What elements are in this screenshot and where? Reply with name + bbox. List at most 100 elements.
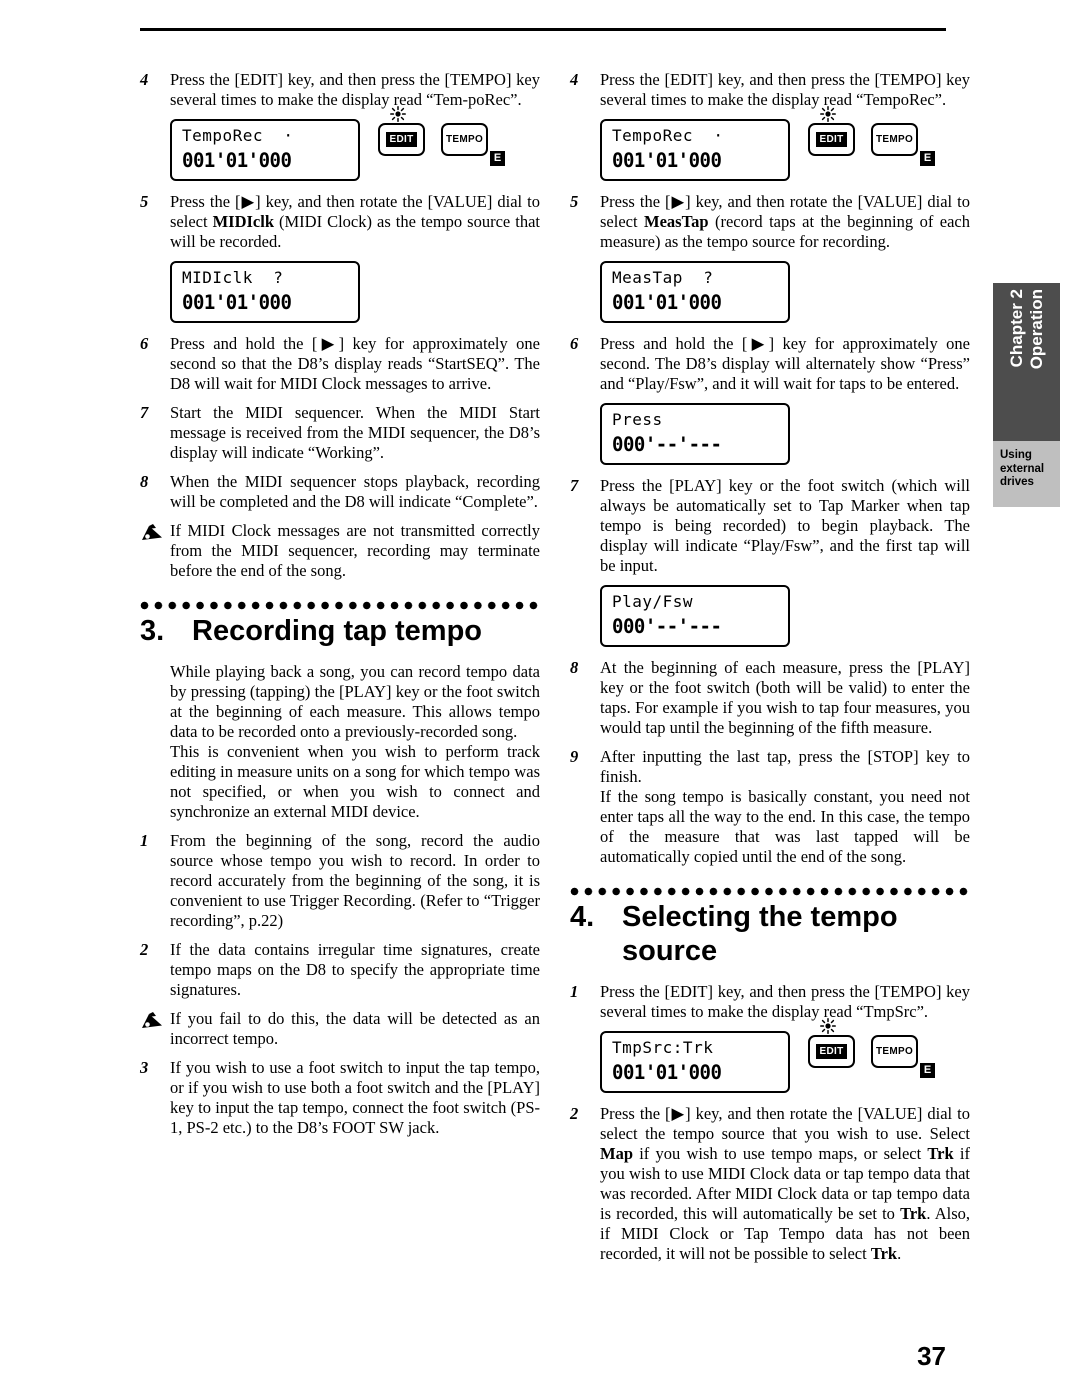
step-text: Press the [PLAY] key or the foot switch …	[600, 476, 970, 575]
tempo-button[interactable]: TEMPO	[871, 123, 918, 156]
lcd-display-row: TempoRec · 001'01'000 EDIT TEMPO E	[600, 106, 970, 181]
step-number: 6	[140, 334, 149, 353]
subsection-line-3: drives	[1000, 476, 1034, 488]
lcd-panel: TempoRec · 001'01'000	[600, 119, 790, 181]
e-badge-icon: E	[920, 151, 935, 166]
step-item: 1 Press the [EDIT] key, and then press t…	[570, 982, 970, 1022]
step-text-line: After inputting the last tap, press the …	[600, 747, 970, 786]
step-number: 2	[570, 1104, 579, 1123]
lcd-panel: Press 000'--'---	[600, 403, 790, 465]
step-item: 3 If you wish to use a foot switch to in…	[140, 1058, 540, 1138]
step-item: 2 Press the [▶] key, and then rotate the…	[570, 1104, 970, 1264]
step-number: 7	[570, 476, 579, 495]
step-text: Press the [EDIT] key, and then press the…	[600, 70, 970, 109]
tempo-button-label: TEMPO	[445, 134, 484, 145]
step-text: Press the [▶] key, and then rotate the […	[600, 192, 970, 252]
led-lit-icon	[820, 106, 836, 122]
chapter-side-tab: Chapter 2 Operation Using external drive…	[993, 283, 1060, 507]
lcd-display-row: Play/Fsw 000'--'---	[600, 585, 970, 647]
step-number: 6	[570, 334, 579, 353]
lcd-line-1: TempoRec ·	[182, 126, 294, 145]
chapter-section-label: Operation	[1026, 289, 1046, 370]
note-text: If MIDI Clock messages are not transmitt…	[170, 521, 540, 580]
right-column: 4 Press the [EDIT] key, and then press t…	[570, 70, 970, 1273]
tempo-button[interactable]: TEMPO	[441, 123, 488, 156]
lcd-panel: MIDIclk ? 001'01'000	[170, 261, 360, 323]
step-text: If you wish to use a foot switch to inpu…	[170, 1058, 540, 1137]
section-title: Recording tap tempo	[192, 615, 483, 647]
step-item: 4 Press the [EDIT] key, and then press t…	[140, 70, 540, 110]
step-item: 9 After inputting the last tap, press th…	[570, 747, 970, 867]
step-number: 9	[570, 747, 579, 766]
lcd-display-row: MeasTap ? 001'01'000	[600, 261, 970, 323]
lcd-panel: TempoRec · 001'01'000	[170, 119, 360, 181]
step-text: Press the [EDIT] key, and then press the…	[600, 982, 970, 1021]
step-text: From the beginning of the song, record t…	[170, 831, 540, 930]
step-text-seg: Press the [▶] key, and then rotate the […	[600, 1104, 970, 1143]
dotted-rule	[570, 887, 970, 896]
section-intro-paragraph-1: While playing back a song, you can recor…	[170, 662, 540, 741]
step-text-bold: Map	[600, 1144, 633, 1163]
step-number: 5	[570, 192, 579, 211]
note-item: If MIDI Clock messages are not transmitt…	[140, 521, 540, 581]
step-text: Press and hold the [▶] key for approxima…	[600, 334, 970, 393]
header-rule	[140, 28, 946, 31]
note-text: If you fail to do this, the data will be…	[170, 1009, 540, 1048]
section-title: Selecting the tempo source	[622, 901, 898, 967]
step-text-extra: If the song tempo is basically constant,…	[600, 787, 970, 866]
lcd-line-1: TmpSrc:Trk	[612, 1038, 714, 1057]
step-item: 6 Press and hold the [▶] key for approxi…	[140, 334, 540, 394]
section-number: 4.	[570, 901, 595, 933]
step-text: Press the [▶] key, and then rotate the […	[600, 1104, 970, 1264]
e-badge-icon: E	[920, 1063, 935, 1078]
edit-button-label: EDIT	[385, 132, 418, 147]
step-text-seg: .	[897, 1244, 902, 1263]
edit-button-wrap: EDIT	[808, 1018, 855, 1068]
step-text-bold: MeasTap	[644, 212, 709, 231]
step-item: 1 From the beginning of the song, record…	[140, 831, 540, 931]
lcd-display-row: MIDIclk ? 001'01'000	[170, 261, 540, 323]
step-item: 7 Start the MIDI sequencer. When the MID…	[140, 403, 540, 463]
manual-page: 4 Press the [EDIT] key, and then press t…	[0, 0, 1080, 1397]
step-number: 2	[140, 940, 149, 959]
edit-button[interactable]: EDIT	[378, 123, 425, 156]
lcd-panel: MeasTap ? 001'01'000	[600, 261, 790, 323]
step-number: 4	[570, 70, 579, 89]
step-number: 8	[570, 658, 579, 677]
lcd-line-1: Press	[612, 410, 663, 429]
tempo-button[interactable]: TEMPO	[871, 1035, 918, 1068]
led-lit-icon	[820, 1018, 836, 1034]
e-badge-icon: E	[490, 151, 505, 166]
edit-button-wrap: EDIT	[808, 106, 855, 156]
chapter-label: Chapter 2	[1006, 289, 1026, 368]
tempo-button-label: TEMPO	[875, 134, 914, 145]
lcd-line-1: Play/Fsw	[612, 592, 694, 611]
edit-button-wrap: EDIT	[378, 106, 425, 156]
lcd-line-2: 000'--'---	[612, 433, 722, 457]
lcd-display-row: Press 000'--'---	[600, 403, 970, 465]
step-item: 8 At the beginning of each measure, pres…	[570, 658, 970, 738]
lcd-panel: Play/Fsw 000'--'---	[600, 585, 790, 647]
lcd-line-2: 000'--'---	[612, 615, 722, 639]
step-item: 7 Press the [PLAY] key or the foot switc…	[570, 476, 970, 576]
lcd-line-2: 001'01'000	[612, 1061, 722, 1085]
note-item: If you fail to do this, the data will be…	[140, 1009, 540, 1049]
step-text: Press and hold the [▶] key for approxima…	[170, 334, 540, 393]
tempo-button-wrap: TEMPO E	[871, 1035, 935, 1078]
step-number: 1	[140, 831, 149, 850]
lcd-line-2: 001'01'000	[182, 291, 292, 315]
step-text: Start the MIDI sequencer. When the MIDI …	[170, 403, 540, 462]
note-pen-icon	[140, 521, 170, 548]
step-text: When the MIDI sequencer stops playback, …	[170, 472, 540, 511]
page-number: 37	[917, 1341, 946, 1371]
step-item: 5 Press the [▶] key, and then rotate the…	[140, 192, 540, 252]
led-lit-icon	[390, 106, 406, 122]
section-intro-paragraph-2: This is convenient when you wish to perf…	[170, 742, 540, 821]
step-number: 8	[140, 472, 149, 491]
section-title-row: 4. Selecting the tempo source	[570, 900, 970, 968]
chapter-tab-text: Chapter 2 Operation	[993, 283, 1060, 441]
edit-button[interactable]: EDIT	[808, 123, 855, 156]
edit-button[interactable]: EDIT	[808, 1035, 855, 1068]
edit-button-label: EDIT	[815, 1044, 848, 1059]
section-heading-4: 4. Selecting the tempo source	[570, 887, 970, 968]
